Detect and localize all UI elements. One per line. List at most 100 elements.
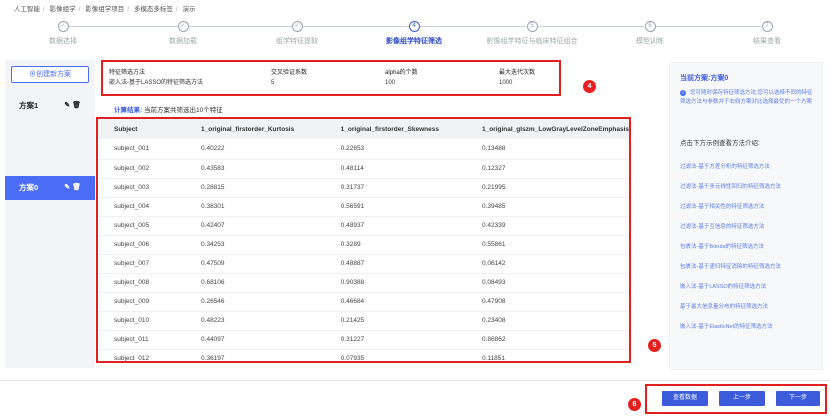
step-feature-combination[interactable]: 5 影像组学特征与临床特征组合 <box>472 21 592 46</box>
scheme-item-0[interactable]: 方案0 ✎ 🗑 <box>5 176 95 200</box>
table-cell: subject_010 <box>98 311 186 331</box>
alpha-field: alpha的个数 100 <box>385 68 418 88</box>
scheme-name: 方案1 <box>19 101 39 110</box>
column-header: 1_original_glszm_LowGrayLevelZoneEmphasi… <box>481 125 629 133</box>
info-text: i 您可随时保存特征筛选方法,您可以选择不同的特征筛选方法与参数并于右侧方案对比选… <box>680 89 816 107</box>
step-check-icon: ✓ <box>291 21 303 32</box>
method-link[interactable]: 嵌入法-基于LASSO的特征筛选方法 <box>680 282 766 290</box>
column-header: Subject <box>114 125 138 133</box>
cv-header: 交叉验证系数 <box>271 70 308 76</box>
table-cell: 0.34253 <box>185 235 325 255</box>
step-check-icon: ✓ <box>57 21 69 32</box>
method-link[interactable]: 包裹法-基于Boruta的特征筛选方法 <box>680 242 764 250</box>
table-cell: 0.40222 <box>185 139 325 160</box>
step-check-icon: ✓ <box>177 21 189 32</box>
step-connector <box>67 26 179 27</box>
view-data-button[interactable]: 查看数据 <box>662 391 708 406</box>
step-number: 6 <box>644 21 656 32</box>
breadcrumb-item[interactable]: 影像组学项目 <box>85 6 124 13</box>
table-cell: 0.3289 <box>324 235 466 255</box>
table-row: subject_009 0.26546 0.46684 0.47908 <box>98 292 629 312</box>
scheme-sidebar: ⊕创建新方案 方案1 ✎ 🗑 方案0 ✎ 🗑 <box>5 60 95 368</box>
method-link[interactable]: 过滤法-基于方差分析的特征筛选方法 <box>680 162 770 170</box>
method-link[interactable]: 基于最大信息量分布的特征筛选方法 <box>680 302 768 310</box>
table-cell: 0.86862 <box>465 330 629 350</box>
table-cell: subject_003 <box>98 178 186 198</box>
iter-value: 1000 <box>499 80 513 86</box>
edit-delete-icons[interactable]: ✎ 🗑 <box>64 94 81 118</box>
iter-header: 最大迭代次数 <box>499 70 536 76</box>
table-cell: subject_009 <box>98 292 186 312</box>
selection-config: 特征筛选方法 嵌入法-基于LASSO的特征筛选方法 交叉验证系数 5 alpha… <box>101 60 561 96</box>
table-header-row: Subject 1_original_firstorder_Kurtosis 1… <box>98 119 629 139</box>
step-number: 7 <box>761 21 773 32</box>
prev-step-button[interactable]: 上一步 <box>719 391 765 406</box>
step-connector <box>418 26 526 27</box>
method-link[interactable]: 过滤法-基于多元线性回归的特征筛选方法 <box>680 182 781 190</box>
table-cell: subject_008 <box>98 273 186 293</box>
table-cell: 0.11851 <box>465 349 629 361</box>
cv-field: 交叉验证系数 5 <box>271 68 307 88</box>
step-connector <box>187 26 293 27</box>
breadcrumb-item: 演示 <box>182 6 196 13</box>
method-link[interactable]: 过滤法-基于相关性的特征筛选方法 <box>680 202 764 210</box>
table-cell: 0.31737 <box>324 178 466 198</box>
table-cell: 0.28815 <box>185 178 325 198</box>
step-connector <box>653 26 761 27</box>
step-feature-extraction[interactable]: ✓ 组学特征提取 <box>237 21 357 46</box>
table-cell: 0.23408 <box>465 311 629 331</box>
edit-delete-icons[interactable]: ✎ 🗑 <box>64 176 81 200</box>
table-cell: subject_007 <box>98 254 186 274</box>
method-link[interactable]: 过滤法-基于互信息的特征筛选方法 <box>680 222 764 230</box>
breadcrumb-item[interactable]: 影像组学 <box>50 6 76 13</box>
step-progress: ✓ 数据选择 ✓ 数据加载 ✓ 组学特征提取 4 影像组学特征筛选 5 影像组学… <box>0 21 830 55</box>
table-row: subject_006 0.34253 0.3289 0.55861 <box>98 235 629 255</box>
table-cell: subject_001 <box>98 139 186 160</box>
table-cell: 0.26546 <box>185 292 325 312</box>
breadcrumb: 人工智能 / 影像组学 / 影像组学项目 / 多模态多标签 / 演示 <box>14 6 196 13</box>
next-step-button[interactable]: 下一步 <box>776 391 820 406</box>
step-connector <box>301 26 409 27</box>
calc-result-key: 计算结果: <box>114 107 143 114</box>
step-label: 影像组学特征筛选 <box>386 38 442 45</box>
breadcrumb-item[interactable]: 多模态多标签 <box>134 6 173 13</box>
step-data-loading[interactable]: ✓ 数据加载 <box>123 21 243 46</box>
annotation-badge: 6 <box>628 398 641 411</box>
breadcrumb-item[interactable]: 人工智能 <box>14 6 40 13</box>
table-row: subject_008 0.68106 0.90388 0.08493 <box>98 273 629 293</box>
table-row: subject_011 0.44097 0.31227 0.86862 <box>98 330 629 350</box>
table-cell: 0.36197 <box>185 349 325 361</box>
method-link[interactable]: 嵌入法-基于ElasticNet的特征筛选方法 <box>680 322 773 330</box>
table-cell: 0.12327 <box>465 159 629 179</box>
step-number: 5 <box>526 21 538 32</box>
table-cell: 0.44097 <box>185 330 325 350</box>
calc-result: 计算结果: 当前方案共筛选出10个特征 <box>114 104 223 114</box>
method-link[interactable]: 包裹法-基于递归特征消除的特征筛选方法 <box>680 262 781 270</box>
step-data-selection[interactable]: ✓ 数据选择 <box>3 21 123 46</box>
step-model-training[interactable]: 6 模型训练 <box>590 21 710 46</box>
step-feature-selection[interactable]: 4 影像组学特征筛选 <box>354 21 474 46</box>
table-cell: 0.06142 <box>465 254 629 274</box>
table-row: subject_002 0.43583 0.48114 0.12327 <box>98 159 629 179</box>
column-header: 1_original_firstorder_Skewness <box>340 125 439 133</box>
scheme-item-1[interactable]: 方案1 ✎ 🗑 <box>5 94 95 118</box>
step-number: 4 <box>408 21 420 32</box>
table-cell: 0.48114 <box>324 159 466 179</box>
table-cell: 0.08493 <box>465 273 629 293</box>
step-result-view[interactable]: 7 结果查看 <box>707 21 827 46</box>
create-scheme-button[interactable]: ⊕创建新方案 <box>11 66 89 83</box>
info-icon: i <box>680 90 686 96</box>
alpha-header: alpha的个数 <box>385 70 418 76</box>
step-label: 影像组学特征与临床特征组合 <box>486 38 578 45</box>
table-cell: 0.47908 <box>465 292 629 312</box>
info-body: 您可随时保存特征筛选方法,您可以选择不同的特征筛选方法与参数并于右侧方案对比选择… <box>680 90 813 105</box>
table-row: subject_004 0.38301 0.56591 0.39485 <box>98 197 629 217</box>
annotation-badge: 4 <box>583 80 596 93</box>
table-cell: 0.48937 <box>324 216 466 236</box>
table-cell: subject_005 <box>98 216 186 236</box>
table-row: subject_010 0.48223 0.21425 0.23408 <box>98 311 629 331</box>
table-cell: 0.48887 <box>324 254 466 274</box>
step-label: 模型训练 <box>636 38 664 45</box>
feature-table: Subject 1_original_firstorder_Kurtosis 1… <box>96 117 631 363</box>
table-row: subject_005 0.42407 0.48937 0.42339 <box>98 216 629 236</box>
